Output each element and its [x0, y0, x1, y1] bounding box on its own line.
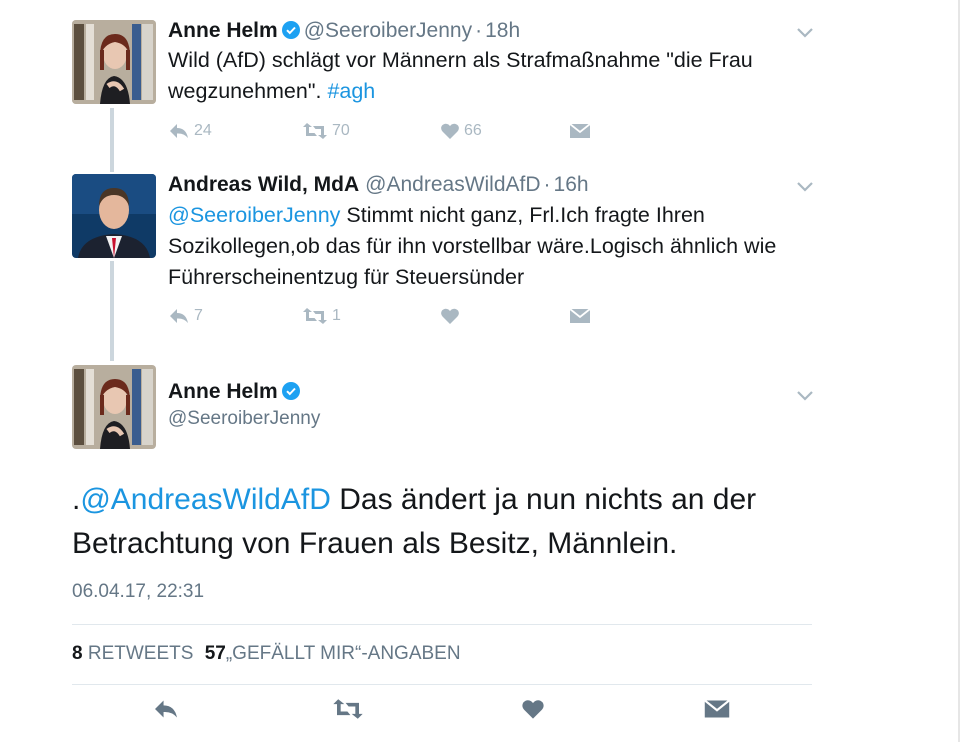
- retweet-icon: [303, 123, 327, 139]
- reply-count: 24: [194, 122, 212, 139]
- chevron-down-icon[interactable]: [796, 389, 814, 401]
- avatar-anne-helm[interactable]: [72, 20, 156, 104]
- like-total: 57: [204, 643, 226, 664]
- focused-tweet-text: .@AndreasWildAfD Das ändert ja nun nicht…: [72, 478, 812, 566]
- author-handle-line: @SeeroiberJenny: [168, 408, 320, 430]
- tweet-timestamp[interactable]: 06.04.17, 22:31: [72, 581, 204, 603]
- envelope-icon: [569, 308, 591, 323]
- reply-count: 7: [194, 307, 203, 324]
- tweet-actions: 7 1: [168, 307, 808, 331]
- tweet-stats: 8 RETWEETS 57„GEFÄLLT MIR“-ANGABEN: [72, 643, 461, 665]
- reply-icon: [155, 700, 177, 718]
- focused-tweet-actions: [72, 698, 812, 728]
- heart-icon: [441, 123, 459, 139]
- retweet-icon: [333, 699, 363, 719]
- author-name[interactable]: Anne Helm: [168, 19, 278, 42]
- retweet-button[interactable]: [332, 698, 364, 720]
- author-name[interactable]: Andreas Wild, MdA: [168, 173, 359, 196]
- envelope-icon: [569, 123, 591, 138]
- tweet-andreas-wild[interactable]: Andreas Wild, MdA @AndreasWildAfD · 16h @Se…: [0, 160, 840, 360]
- reply-icon: [170, 309, 188, 323]
- tweet-header: Anne Helm: [168, 380, 304, 406]
- retweet-icon: [303, 308, 327, 324]
- retweet-count: 1: [332, 307, 341, 324]
- reply-button[interactable]: 24: [168, 122, 212, 140]
- like-button[interactable]: [521, 698, 545, 720]
- author-handle[interactable]: @SeeroiberJenny: [168, 408, 320, 429]
- dm-button[interactable]: [703, 698, 731, 720]
- tweet-header: Anne Helm @SeeroiberJenny · 18h: [168, 19, 520, 45]
- reply-icon: [170, 124, 188, 138]
- dm-button[interactable]: [569, 122, 591, 140]
- tweet-body: Wild (AfD) schlägt vor Männern als Straf…: [168, 48, 753, 103]
- retweet-total: 8: [72, 643, 83, 664]
- mention-link[interactable]: @AndreasWildAfD: [80, 483, 331, 516]
- separator-dot: ·: [543, 173, 551, 196]
- retweets-label: RETWEETS: [87, 643, 194, 664]
- tweet-text: Wild (AfD) schlägt vor Männern als Straf…: [168, 45, 808, 107]
- divider: [72, 684, 812, 685]
- tweet-header: Andreas Wild, MdA @AndreasWildAfD · 16h: [168, 173, 589, 197]
- like-button[interactable]: [440, 307, 460, 325]
- chevron-down-icon[interactable]: [796, 180, 814, 192]
- author-name[interactable]: Anne Helm: [168, 380, 278, 403]
- verified-badge-icon: [281, 382, 300, 406]
- reply-button[interactable]: 7: [168, 307, 203, 325]
- mention-link[interactable]: @SeeroiberJenny: [168, 203, 340, 227]
- tweet-time[interactable]: 18h: [485, 19, 520, 42]
- retweet-button[interactable]: 1: [302, 307, 341, 325]
- retweet-count: 70: [332, 122, 350, 139]
- author-handle[interactable]: @AndreasWildAfD: [365, 173, 540, 196]
- verified-badge-icon: [281, 21, 300, 45]
- likes-label: „GEFÄLLT MIR“-ANGABEN: [225, 643, 461, 664]
- hashtag-link[interactable]: #agh: [327, 79, 375, 103]
- envelope-icon: [704, 699, 730, 718]
- avatar-anne-helm[interactable]: [72, 365, 156, 449]
- avatar-andreas-wild[interactable]: [72, 174, 156, 258]
- tweet-actions: 24 70 66: [168, 122, 808, 146]
- author-handle[interactable]: @SeeroiberJenny: [304, 19, 472, 42]
- dm-button[interactable]: [569, 307, 591, 325]
- like-count: 66: [464, 122, 482, 139]
- retweets-stat[interactable]: 8 RETWEETS: [72, 643, 193, 664]
- likes-stat[interactable]: 57„GEFÄLLT MIR“-ANGABEN: [205, 643, 461, 664]
- tweet-text: @SeeroiberJenny Stimmt nicht ganz, Frl.I…: [168, 200, 808, 293]
- separator-dot: ·: [475, 19, 483, 42]
- retweet-button[interactable]: 70: [302, 122, 350, 140]
- heart-icon: [441, 308, 459, 324]
- tweet-time[interactable]: 16h: [554, 173, 589, 196]
- divider: [72, 624, 812, 625]
- chevron-down-icon[interactable]: [796, 26, 814, 38]
- heart-icon: [522, 700, 544, 719]
- reply-button[interactable]: [152, 698, 180, 720]
- like-button[interactable]: 66: [440, 122, 482, 140]
- tweet-anne-helm-1[interactable]: Anne Helm @SeeroiberJenny · 18h Wild (AfD) …: [0, 0, 840, 160]
